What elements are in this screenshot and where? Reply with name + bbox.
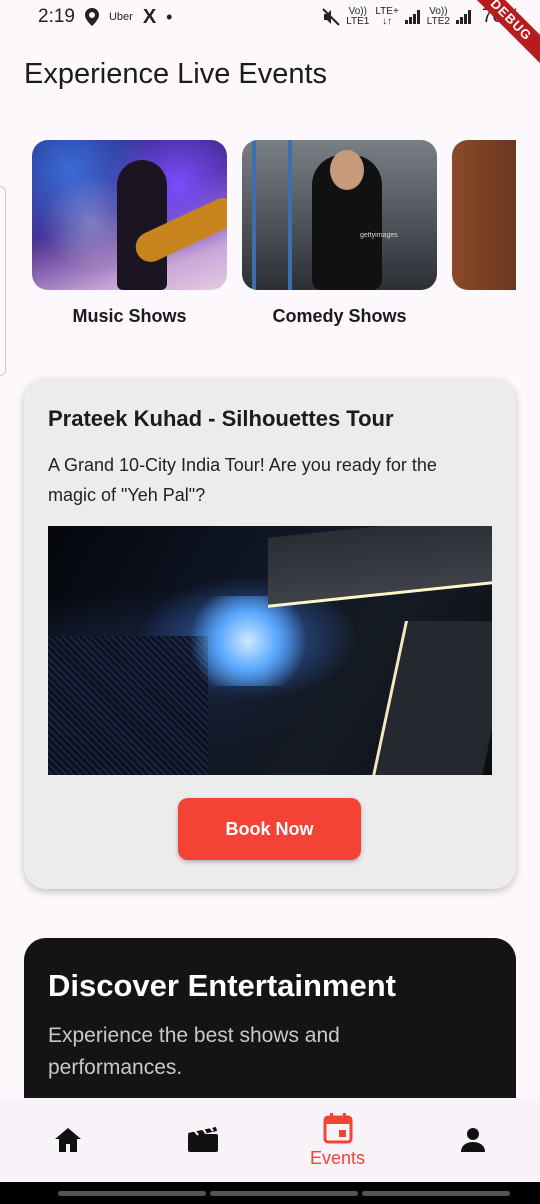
edge-panel-handle[interactable] [0,186,6,376]
more-notifications-dot: • [166,6,173,27]
status-time: 2:19 [38,6,75,27]
comedy-shows-image: gettyimages [242,140,437,290]
event-title: Prateek Kuhad - Silhouettes Tour [48,406,394,431]
nav-profile[interactable] [405,1098,540,1182]
x-notification-icon: X [142,5,157,28]
theatre-shows-image [452,140,516,290]
image-watermark: gettyimages [360,232,398,239]
nav-movies[interactable] [135,1098,270,1182]
signal-bars-icon [404,10,420,24]
page-title: Experience Live Events [24,58,328,90]
category-label: Music Shows [72,306,187,326]
music-shows-image [32,140,227,290]
book-now-button[interactable]: Book Now [178,798,361,860]
mute-icon [322,8,340,26]
featured-event-card: Prateek Kuhad - Silhouettes Tour A Grand… [24,378,516,889]
nav-home[interactable] [0,1098,135,1182]
status-bar: 2:19 Uber X • Vo))LTE1 LTE+↓↑ Vo))LTE2 7… [0,0,540,34]
sim1-volte: Vo)) LTE1 [346,6,370,27]
nav-events-label: Events [309,1147,366,1168]
category-label: Comedy Shows [272,306,407,326]
system-navigation-bar [0,1182,540,1204]
event-calendar-icon [323,1112,352,1143]
bottom-navigation: Events [0,1098,540,1182]
category-card-theatre[interactable] [452,140,516,290]
category-carousel[interactable]: Music Shows gettyimages Comedy Shows [32,140,516,340]
discover-subtitle: Experience the best shows and performanc… [48,1024,340,1079]
uber-notification-icon: Uber [108,11,133,23]
location-pin-icon [84,8,99,26]
category-card-comedy[interactable]: gettyimages Comedy Shows [242,140,437,327]
category-card-music[interactable]: Music Shows [32,140,227,327]
system-home-button[interactable] [210,1191,358,1196]
lte-plus-indicator: LTE+ ↓↑ [375,6,399,27]
event-description: A Grand 10-City India Tour! Are you read… [48,455,437,505]
discover-title: Discover Entertainment [48,968,396,1003]
system-back-button[interactable] [362,1191,510,1196]
event-image [48,526,492,775]
person-icon [460,1128,485,1152]
signal-bars-icon [455,10,471,24]
nav-events[interactable]: Events [270,1098,405,1182]
home-icon [54,1128,81,1152]
movie-icon [187,1127,218,1152]
sim2-volte: Vo)) LTE2 [426,6,450,27]
system-recents-button[interactable] [58,1191,206,1196]
